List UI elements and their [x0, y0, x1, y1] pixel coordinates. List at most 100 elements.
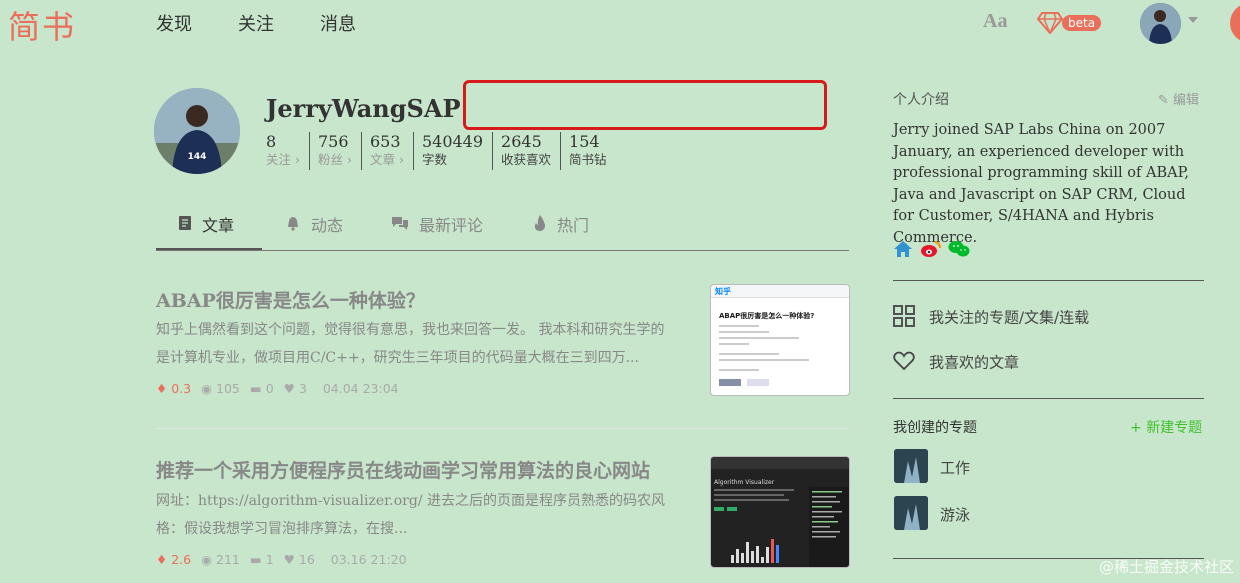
- stat-label: 粉丝 ›: [317, 152, 352, 167]
- heart-icon: ♥: [283, 381, 295, 396]
- topic-cover: [894, 496, 928, 530]
- new-topic-button[interactable]: + 新建专题: [1130, 417, 1202, 437]
- tab-hot[interactable]: 热门: [533, 212, 589, 236]
- stat-value: 154: [569, 132, 600, 151]
- article-meta: ♦ 2.6 ◉ 211 ▬ 1 ♥ 16 03.16 21:20: [156, 552, 417, 567]
- thumb-header: [711, 285, 849, 298]
- eye-icon: ◉: [201, 552, 213, 567]
- article-title[interactable]: 推荐一个采用方便程序员在线动画学习常用算法的良心网站: [156, 456, 650, 483]
- stat-label: 关注 ›: [266, 152, 300, 167]
- article-diamonds: 2.6: [171, 552, 192, 567]
- intro-title: 个人介绍: [893, 92, 949, 108]
- article-views[interactable]: 211: [216, 552, 240, 567]
- article-views[interactable]: 105: [216, 381, 240, 396]
- stat-diamonds: 154 简书钻: [569, 132, 616, 170]
- nav-messages[interactable]: 消息: [320, 10, 356, 36]
- article-title[interactable]: ABAP很厉害是怎么一种体验？: [156, 286, 425, 313]
- content-tabs: 文章 动态 最新评论 热门: [156, 208, 849, 251]
- my-topics-title: 我创建的专题: [893, 420, 977, 436]
- comments-icon: [391, 215, 409, 235]
- thumb-content-lines: [719, 325, 809, 386]
- diamond-icon[interactable]: [1036, 12, 1064, 38]
- font-toggle-button[interactable]: Aa: [983, 10, 1007, 33]
- stat-following[interactable]: 8 关注 ›: [266, 132, 310, 170]
- stat-value: 2645: [501, 132, 542, 151]
- weibo-icon[interactable]: [920, 240, 942, 262]
- site-logo[interactable]: 简书: [8, 2, 76, 48]
- stat-label: 文章 ›: [369, 152, 404, 167]
- comment-icon: ▬: [249, 381, 262, 396]
- watermark: @稀土掘金技术社区: [1098, 558, 1234, 576]
- article-comments[interactable]: 1: [266, 552, 274, 567]
- topic-name[interactable]: 工作: [940, 457, 970, 478]
- stat-followers[interactable]: 756 粉丝 ›: [318, 132, 362, 170]
- write-button[interactable]: [1230, 3, 1240, 43]
- tab-latest-comments[interactable]: 最新评论: [391, 212, 483, 236]
- tab-label: 热门: [557, 216, 590, 235]
- article-divider: [156, 428, 849, 429]
- stat-value: 756: [317, 132, 349, 151]
- intro-text: Jerry joined SAP Labs China on 2007 Janu…: [893, 122, 1190, 246]
- wechat-icon[interactable]: [948, 240, 970, 262]
- stat-value: 540449: [421, 132, 484, 151]
- edit-intro-button[interactable]: ✎ 编辑: [1158, 89, 1199, 108]
- article-abstract: 网址：https://algorithm-visualizer.org/ 进去之…: [156, 493, 666, 537]
- tab-activity[interactable]: 动态: [285, 212, 343, 236]
- user-avatar[interactable]: [1140, 3, 1181, 44]
- article-thumbnail[interactable]: 知乎 ABAP很厉害是怎么一种体验?: [710, 284, 850, 396]
- thumb-visualizer: [714, 487, 849, 567]
- chevron-down-icon[interactable]: [1188, 17, 1198, 23]
- article-time: 03.16 21:20: [330, 552, 407, 567]
- profile-avatar: 144: [154, 88, 240, 174]
- thumb-header: [711, 457, 849, 469]
- article-meta: ♦ 0.3 ◉ 105 ▬ 0 ♥ 3 04.04 23:04: [156, 381, 409, 396]
- heart-icon: ♥: [283, 552, 295, 567]
- topic-item[interactable]: [894, 449, 928, 483]
- eye-icon: ◉: [201, 381, 213, 396]
- profile-stats: 8 关注 › 756 粉丝 › 653 文章 › 540449 字数 2645 …: [266, 132, 624, 170]
- pencil-icon: ✎: [1158, 93, 1169, 108]
- tab-label: 动态: [311, 216, 344, 235]
- followed-collections-link[interactable]: 我关注的专题/文集/连载: [893, 305, 1089, 331]
- home-icon[interactable]: [893, 240, 913, 262]
- article-abstract: 知乎上偶然看到这个问题，觉得很有意思，我也来回答一发。 我本科和研究生学的是计算…: [156, 322, 665, 366]
- article-likes: 3: [298, 381, 307, 396]
- article-diamonds: 0.3: [171, 381, 192, 396]
- tab-label: 文章: [202, 216, 235, 235]
- comment-icon: ▬: [249, 552, 262, 567]
- thumb-headline: Algorithm Visualizer: [714, 479, 775, 486]
- link-label: 我喜欢的文章: [929, 353, 1020, 372]
- link-label: 我关注的专题/文集/连载: [929, 308, 1090, 327]
- nav-discover[interactable]: 发现: [156, 10, 192, 36]
- article-likes: 16: [298, 552, 315, 567]
- active-tab-indicator: [156, 248, 262, 250]
- diamond-icon: ♦: [156, 552, 168, 567]
- diamond-icon: ♦: [156, 381, 168, 396]
- grid-icon: [893, 305, 915, 331]
- stat-label: 收获喜欢: [501, 152, 552, 167]
- sidebar-divider: [893, 280, 1204, 281]
- plus-icon: +: [1130, 420, 1142, 436]
- article-comments[interactable]: 0: [266, 381, 274, 396]
- thumb-brand: 知乎: [715, 287, 731, 296]
- document-icon: [178, 215, 192, 235]
- stat-likes: 2645 收获喜欢: [501, 132, 562, 170]
- thumb-headline: ABAP很厉害是怎么一种体验?: [719, 312, 815, 320]
- beta-badge[interactable]: beta: [1062, 15, 1102, 31]
- stat-articles[interactable]: 653 文章 ›: [370, 132, 414, 170]
- tab-articles[interactable]: 文章: [178, 212, 234, 236]
- stat-value: 653: [369, 132, 401, 151]
- topic-cover: [894, 449, 928, 483]
- tab-label: 最新评论: [419, 216, 484, 235]
- nav-follow[interactable]: 关注: [238, 10, 274, 36]
- stat-value: 8: [266, 132, 277, 151]
- article-thumbnail[interactable]: Algorithm Visualizer: [710, 456, 850, 568]
- liked-articles-link[interactable]: 我喜欢的文章: [893, 351, 1019, 375]
- heart-icon: [893, 351, 915, 375]
- topic-name[interactable]: 游泳: [940, 504, 970, 525]
- highlight-box: [463, 80, 827, 130]
- topic-item[interactable]: [894, 496, 928, 530]
- sidebar-divider: [893, 398, 1204, 399]
- stat-words: 540449 字数: [421, 132, 494, 170]
- profile-username[interactable]: JerryWangSAP: [266, 94, 461, 123]
